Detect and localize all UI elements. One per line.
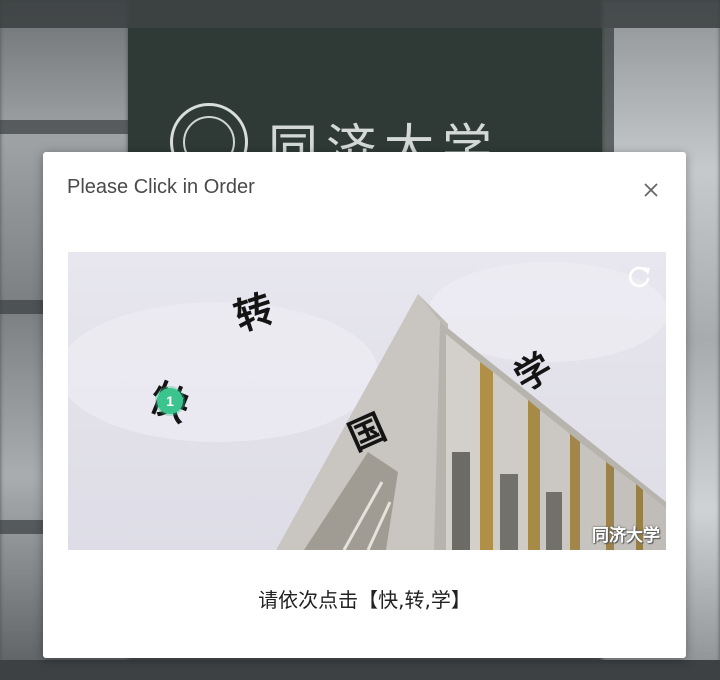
close-icon: [644, 183, 658, 197]
background-bottom-band: [0, 660, 720, 680]
image-watermark: 同济大学: [592, 526, 660, 546]
background-stripe: [0, 120, 128, 134]
dialog-title: Please Click in Order: [67, 176, 255, 198]
captcha-dialog: Please Click in Order 转 学 国 1 同济大学 请依次点击…: [43, 152, 686, 658]
background-top-band: [0, 0, 720, 28]
background-signboard-edge: [602, 28, 614, 152]
refresh-button[interactable]: [624, 262, 654, 292]
close-button[interactable]: [635, 174, 667, 206]
refresh-icon: [628, 266, 650, 288]
captcha-instruction: 请依次点击【快,转,学】: [258, 588, 471, 612]
click-order-marker[interactable]: 1: [157, 388, 183, 414]
captcha-image[interactable]: 转 快 学 国 1 同济大学: [68, 252, 666, 550]
